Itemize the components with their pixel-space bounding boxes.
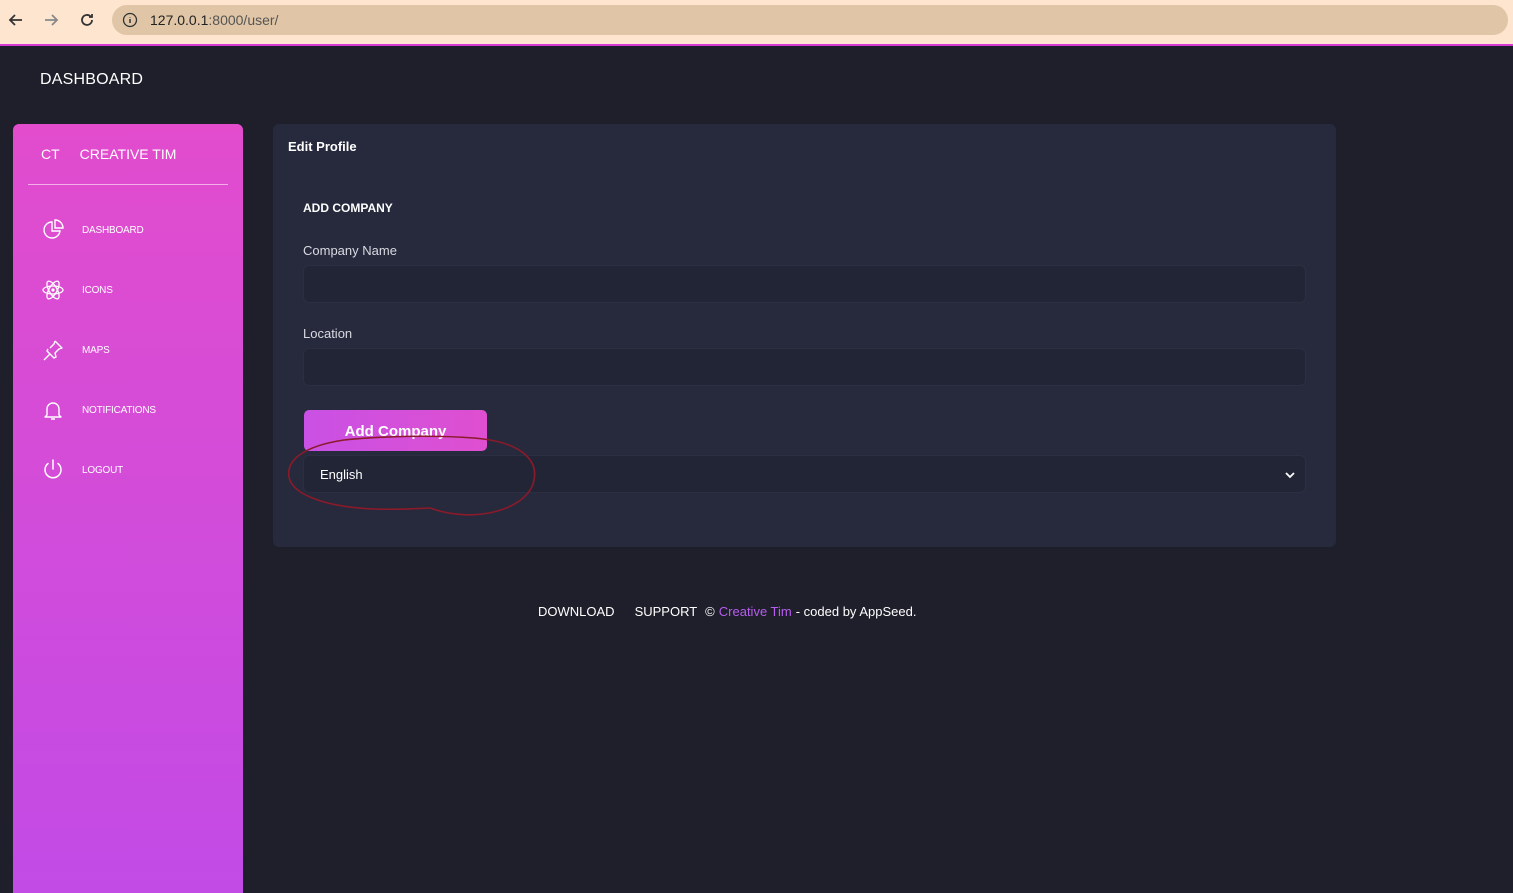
navbar-title[interactable]: DASHBOARD [40, 71, 143, 89]
bell-icon [44, 402, 62, 420]
sidebar-item-label: DASHBOARD [82, 224, 144, 236]
card-title: Edit Profile [288, 139, 357, 154]
atom-icon [42, 280, 64, 300]
add-company-button[interactable]: Add Company [304, 410, 487, 451]
pin-icon [43, 340, 63, 361]
footer-copyright: © [705, 604, 715, 619]
url-host: 127.0.0.1 [150, 12, 209, 28]
sidebar: CT CREATIVE TIM DASHBOARD ICONS MAPS NOT… [13, 124, 243, 893]
sidebar-divider [28, 184, 228, 185]
url-path: :8000/user/ [208, 12, 279, 28]
sidebar-item-label: LOGOUT [82, 464, 124, 476]
brand-name: CREATIVE TIM [79, 146, 177, 162]
arrow-left-icon [8, 14, 22, 26]
location-label: Location [303, 326, 353, 341]
footer-brand-link[interactable]: Creative Tim [719, 604, 792, 619]
footer-download-link[interactable]: DOWNLOAD [538, 604, 615, 619]
section-title: ADD COMPANY [303, 201, 393, 215]
footer: DOWNLOAD SUPPORT © Creative Tim - coded … [538, 604, 916, 619]
add-company-form: ADD COMPANY Company Name Location Add Co… [288, 184, 1321, 514]
company-name-label: Company Name [303, 243, 397, 258]
arrow-right-icon [45, 14, 59, 26]
footer-support-link[interactable]: SUPPORT [635, 604, 698, 619]
sidebar-item-label: ICONS [82, 284, 113, 296]
url-text: 127.0.0.1:8000/user/ [150, 12, 278, 28]
sidebar-item-icons[interactable]: ICONS [41, 278, 113, 302]
back-button[interactable] [6, 10, 26, 30]
forward-button[interactable] [41, 10, 61, 30]
language-select[interactable]: English [303, 455, 1306, 493]
language-selected-value: English [320, 467, 363, 482]
sidebar-item-label: NOTIFICATIONS [82, 404, 156, 416]
sidebar-item-maps[interactable]: MAPS [41, 338, 110, 362]
edit-profile-card: Edit Profile ADD COMPANY Company Name Lo… [273, 124, 1336, 547]
sidebar-item-notifications[interactable]: NOTIFICATIONS [41, 398, 156, 422]
company-name-input[interactable] [303, 265, 1306, 303]
brand-short: CT [41, 146, 60, 162]
address-bar[interactable]: 127.0.0.1:8000/user/ [112, 5, 1508, 35]
reload-button[interactable] [77, 10, 97, 30]
location-input[interactable] [303, 348, 1306, 386]
power-icon [44, 459, 62, 479]
info-icon[interactable] [122, 12, 138, 28]
chevron-down-icon [1285, 472, 1295, 479]
sidebar-item-label: MAPS [82, 344, 110, 356]
chart-pie-icon [43, 219, 64, 239]
reload-icon [81, 14, 93, 26]
sidebar-item-dashboard[interactable]: DASHBOARD [41, 218, 144, 242]
browser-toolbar: 127.0.0.1:8000/user/ [0, 0, 1513, 46]
footer-suffix: - coded by AppSeed. [795, 604, 917, 619]
sidebar-brand[interactable]: CT CREATIVE TIM [41, 146, 176, 162]
sidebar-item-logout[interactable]: LOGOUT [41, 458, 123, 482]
